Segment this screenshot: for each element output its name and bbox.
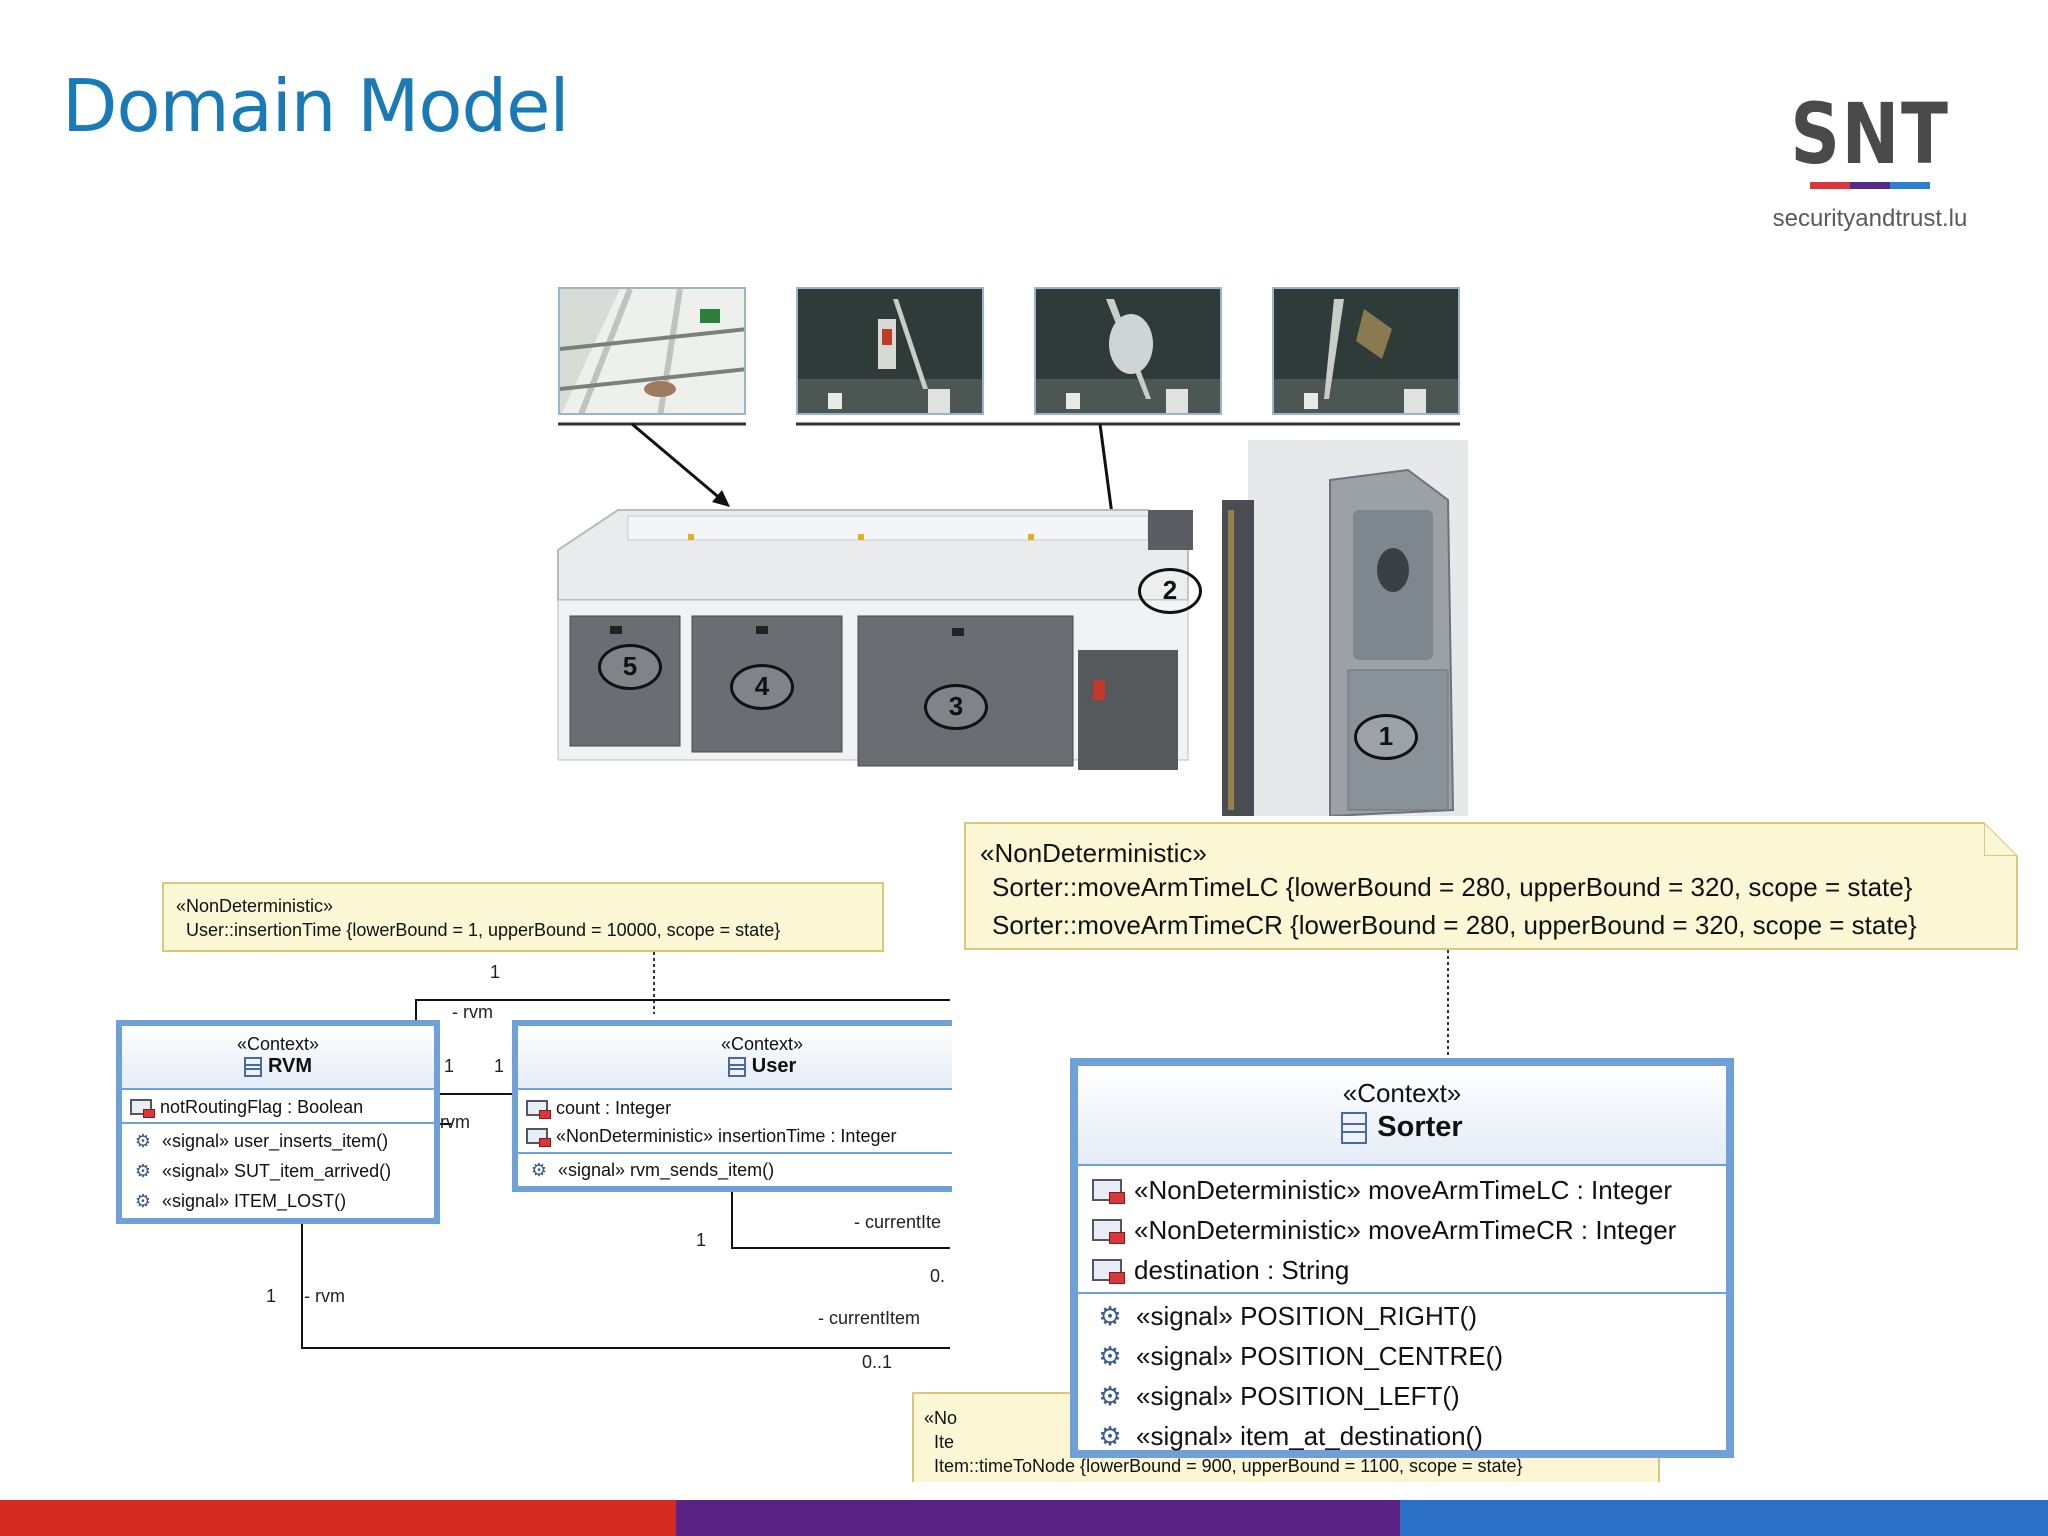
footer-color-band — [0, 1500, 2048, 1536]
operation: «signal» SUT_item_arrived() — [162, 1160, 392, 1181]
class-icon — [243, 1056, 262, 1077]
signal-icon: ⚙ — [134, 1160, 152, 1181]
signal-icon: ⚙ — [134, 1130, 152, 1151]
assoc-role: - currentItem — [818, 1308, 921, 1328]
assoc-multiplicity: 1 — [444, 1056, 455, 1076]
attribute: «NonDeterministic» moveArmTimeLC : Integ… — [1134, 1174, 1672, 1205]
operation: «signal» POSITION_LEFT() — [1136, 1380, 1460, 1411]
attribute-icon — [526, 1100, 552, 1119]
user-class-clip: «Context» User count : Integer «NonDeter… — [512, 1020, 952, 1192]
assoc-role: - currentIte — [854, 1212, 942, 1232]
class-rvm[interactable]: «Context» RVM notRoutingFlag : Boolean ⚙… — [116, 1020, 440, 1224]
footer-white-overlay — [102, 1482, 1958, 1500]
assoc-role: - rvm — [452, 1002, 493, 1022]
assoc-multiplicity: 1 — [490, 962, 501, 982]
signal-icon: ⚙ — [134, 1190, 152, 1211]
operation: «signal» POSITION_RIGHT() — [1136, 1300, 1477, 1331]
note-sorter-move-arm-time: «NonDeterministic» Sorter::moveArmTimeLC… — [964, 822, 2018, 950]
attribute-icon — [526, 1128, 552, 1147]
class-stereotype: «Context» — [236, 1034, 320, 1054]
diagram-crop-edge — [952, 960, 1062, 1380]
attribute-icon — [1092, 1179, 1125, 1205]
note-stereotype: «NonDeterministic» — [176, 896, 334, 916]
signal-icon: ⚙ — [1098, 1380, 1122, 1411]
signal-icon: ⚙ — [1098, 1340, 1122, 1371]
class-icon — [1341, 1112, 1368, 1145]
attribute: «NonDeterministic» moveArmTimeCR : Integ… — [1134, 1214, 1677, 1245]
note-stereotype: «NonDeterministic» — [980, 838, 1207, 868]
class-name: Sorter — [1377, 1111, 1463, 1143]
class-name: RVM — [267, 1055, 313, 1077]
attribute-icon — [1092, 1259, 1125, 1285]
operation: «signal» ITEM_LOST() — [162, 1190, 347, 1211]
class-name: User — [751, 1055, 797, 1077]
class-stereotype: «Context» — [1342, 1078, 1462, 1108]
operation: «signal» item_at_destination() — [1136, 1420, 1483, 1451]
operation: «signal» rvm_sends_item() — [558, 1159, 775, 1180]
note-line: Sorter::moveArmTimeCR {lowerBound = 280,… — [992, 910, 1917, 940]
signal-icon: ⚙ — [530, 1159, 548, 1180]
assoc-multiplicity: 1 — [494, 1056, 505, 1076]
note-line: Sorter::moveArmTimeLC {lowerBound = 280,… — [992, 872, 1913, 902]
assoc-multiplicity: 1 — [696, 1230, 707, 1250]
attribute: notRoutingFlag : Boolean — [160, 1096, 364, 1117]
assoc-multiplicity: 1 — [266, 1286, 277, 1306]
attribute: «NonDeterministic» insertionTime : Integ… — [556, 1125, 897, 1146]
signal-icon: ⚙ — [1098, 1300, 1122, 1331]
attribute-icon — [1092, 1219, 1125, 1245]
operation: «signal» user_inserts_item() — [162, 1130, 389, 1151]
note-line: User::insertionTime {lowerBound = 1, upp… — [186, 920, 781, 940]
class-stereotype: «Context» — [720, 1034, 804, 1054]
note-user-insertion-time: «NonDeterministic» User::insertionTime {… — [162, 882, 884, 952]
assoc-multiplicity: 0. — [930, 1266, 946, 1286]
class-sorter[interactable]: «Context» Sorter «NonDeterministic» move… — [1070, 1058, 1734, 1458]
attribute: destination : String — [1134, 1254, 1350, 1285]
class-icon — [727, 1056, 746, 1077]
attribute: count : Integer — [556, 1097, 672, 1118]
operation: «signal» POSITION_CENTRE() — [1136, 1340, 1503, 1371]
assoc-role: rvm — [440, 1112, 470, 1132]
attribute-icon — [130, 1099, 156, 1118]
assoc-role: - rvm — [304, 1286, 345, 1306]
class-user[interactable]: «Context» User count : Integer «NonDeter… — [512, 1020, 952, 1192]
assoc-multiplicity: 0..1 — [862, 1352, 893, 1372]
signal-icon: ⚙ — [1098, 1420, 1122, 1451]
